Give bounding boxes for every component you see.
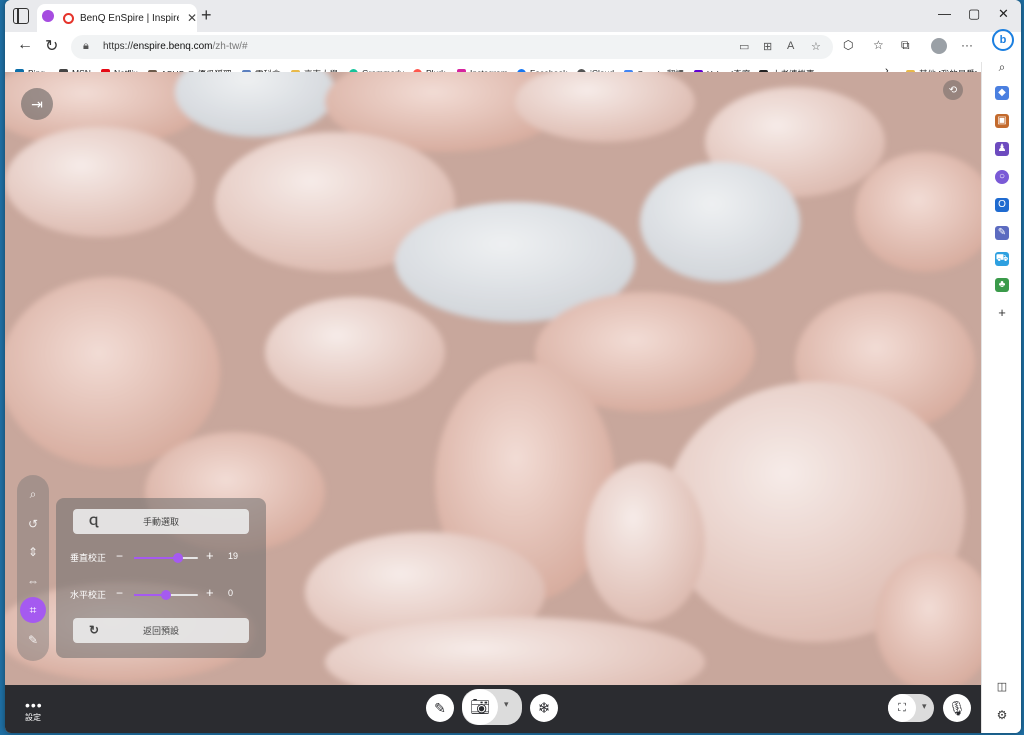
url-text: https://enspire.benq.com/zh-tw/# bbox=[103, 41, 248, 52]
vertical-correction-label: 垂直校正 bbox=[70, 553, 107, 563]
profile-avatar[interactable] bbox=[931, 38, 947, 54]
pen-tool-icon[interactable]: ✎ bbox=[17, 633, 49, 647]
vertical-slider[interactable] bbox=[134, 553, 198, 563]
rotate-icon[interactable]: ↺ bbox=[17, 517, 49, 531]
snowflake-icon[interactable]: ❄ bbox=[530, 694, 558, 722]
bing-copilot-icon[interactable]: b bbox=[992, 29, 1014, 51]
horizontal-slider[interactable] bbox=[134, 590, 198, 600]
vertical-decrease-button[interactable]: − bbox=[116, 549, 123, 563]
outlook-icon[interactable]: O bbox=[995, 198, 1009, 212]
new-tab-button[interactable]: + bbox=[201, 5, 212, 26]
tab-bar: BenQ EnSpire | Inspire peo ✕ + — ▢ ✕ bbox=[5, 0, 1021, 32]
bottom-control-bar: ••• 設定 ✎ 📷︎ ▾ ❄ ⛶ ▾ 🎙︎ bbox=[5, 685, 981, 733]
flip-horizontal-icon[interactable]: ⇔ bbox=[17, 574, 49, 588]
horizontal-slider-handle[interactable] bbox=[161, 590, 171, 600]
tab-purple-favicon-icon[interactable] bbox=[42, 10, 54, 22]
back-button[interactable]: ← bbox=[17, 36, 33, 54]
zoom-icon[interactable]: ⌕ bbox=[17, 487, 49, 502]
manual-select-icon: Ɋ bbox=[89, 514, 99, 528]
keystone-panel: Ɋ 手動選取 垂直校正 − + 19 水平校正 − + 0 ↻ 返回預設 bbox=[56, 498, 266, 658]
favorite-star-icon[interactable]: ☆ bbox=[811, 40, 821, 53]
url-host: enspire.benq.com bbox=[133, 41, 213, 52]
vertical-slider-handle[interactable] bbox=[172, 553, 183, 563]
app-available-icon[interactable]: ⊞ bbox=[763, 40, 772, 53]
ocr-dropdown-icon[interactable]: ▾ bbox=[922, 701, 927, 712]
shopping-tag-icon[interactable]: ◆ bbox=[995, 86, 1009, 100]
lock-icon[interactable]: 🔒︎ bbox=[83, 40, 89, 53]
camera-view: ⇥ ⟲ ⌕ ↺ ⇕ ⇔ ⌗ ✎ Ɋ 手動選取 垂直校正 − + 19 水平校正 … bbox=[5, 72, 981, 685]
camera-icon[interactable]: 📷︎ bbox=[462, 689, 498, 725]
settings-label[interactable]: 設定 bbox=[25, 712, 41, 723]
reset-default-label: 返回預設 bbox=[142, 626, 179, 636]
manual-select-label: 手動選取 bbox=[142, 517, 179, 527]
edge-sidebar: ⌕ ◆ ▣ ♟ ○ O ✎ ⛟ ♣ + ◫ ⚙ bbox=[981, 60, 1021, 733]
tools-briefcase-icon[interactable]: ▣ bbox=[995, 114, 1009, 128]
tab-actions-icon[interactable] bbox=[13, 8, 29, 24]
video-icon[interactable]: ▭ bbox=[739, 40, 749, 53]
microphone-icon[interactable]: 🎙︎ bbox=[943, 694, 971, 722]
keystone-icon[interactable]: ⌗ bbox=[20, 597, 46, 623]
reset-icon: ↻ bbox=[89, 623, 100, 637]
url-path: /zh-tw/# bbox=[212, 41, 248, 52]
vertical-increase-button[interactable]: + bbox=[206, 548, 214, 563]
horizontal-correction-row: 水平校正 − + 0 bbox=[70, 585, 250, 602]
tab-close-icon[interactable]: ✕ bbox=[187, 11, 197, 25]
navigation-bar: ← ↻ 🔒︎ https://enspire.benq.com/zh-tw/# … bbox=[5, 32, 1021, 62]
microsoft-365-icon[interactable]: ○ bbox=[995, 170, 1009, 184]
exit-icon[interactable]: ⇥ bbox=[21, 88, 53, 120]
reset-default-button[interactable]: ↻ 返回預設 bbox=[73, 618, 249, 643]
horizontal-decrease-button[interactable]: − bbox=[116, 586, 123, 600]
flip-vertical-icon[interactable]: ⇕ bbox=[17, 545, 49, 559]
benq-favicon-icon bbox=[63, 12, 74, 24]
search-icon[interactable]: ⌕ bbox=[995, 60, 1009, 74]
minimize-button[interactable]: — bbox=[938, 6, 951, 21]
ocr-icon[interactable]: ⛶ bbox=[888, 694, 916, 722]
add-sidebar-app-icon[interactable]: + bbox=[995, 306, 1009, 320]
manual-select-button[interactable]: Ɋ 手動選取 bbox=[73, 509, 249, 534]
favorites-icon[interactable]: ☆ bbox=[873, 38, 884, 52]
collections-icon[interactable]: ⧉ bbox=[901, 38, 910, 53]
games-icon[interactable]: ♟ bbox=[995, 142, 1009, 156]
refresh-button[interactable]: ↻ bbox=[45, 36, 58, 56]
extensions-icon[interactable]: ⬡ bbox=[843, 38, 853, 52]
drop-icon[interactable]: ✎ bbox=[995, 226, 1009, 240]
hide-sidebar-icon[interactable]: ◫ bbox=[995, 680, 1009, 694]
tree-icon[interactable]: ♣ bbox=[995, 278, 1009, 292]
tab-title: BenQ EnSpire | Inspire peo bbox=[79, 12, 179, 24]
settings-dots-icon[interactable]: ••• bbox=[25, 697, 43, 713]
sidebar-settings-gear-icon[interactable]: ⚙ bbox=[995, 708, 1009, 722]
adjustment-toolbar: ⌕ ↺ ⇕ ⇔ ⌗ ✎ bbox=[17, 475, 49, 661]
horizontal-correction-label: 水平校正 bbox=[70, 590, 107, 600]
horizontal-increase-button[interactable]: + bbox=[206, 585, 214, 600]
browser-window: BenQ EnSpire | Inspire peo ✕ + — ▢ ✕ ← ↻… bbox=[5, 0, 1021, 733]
address-bar[interactable]: 🔒︎ https://enspire.benq.com/zh-tw/# ▭ ⊞ … bbox=[71, 35, 833, 59]
close-window-button[interactable]: ✕ bbox=[998, 6, 1009, 22]
read-aloud-icon[interactable]: A bbox=[787, 40, 794, 52]
tab-benq-enspire[interactable]: BenQ EnSpire | Inspire peo ✕ bbox=[37, 4, 197, 32]
capture-dropdown-icon[interactable]: ▾ bbox=[504, 699, 509, 710]
vertical-correction-row: 垂直校正 − + 19 bbox=[70, 548, 250, 565]
url-scheme: https:// bbox=[103, 41, 134, 52]
pen-icon[interactable]: ✎ bbox=[426, 694, 454, 722]
vertical-slider-fill bbox=[134, 557, 178, 559]
camera-switch-icon[interactable]: ⟲ bbox=[943, 80, 963, 100]
maximize-button[interactable]: ▢ bbox=[968, 6, 980, 22]
horizontal-value: 0 bbox=[228, 588, 234, 598]
more-menu-icon[interactable]: ··· bbox=[961, 38, 973, 52]
vertical-value: 19 bbox=[228, 551, 239, 561]
shopping-cart-icon[interactable]: ⛟ bbox=[995, 252, 1009, 266]
